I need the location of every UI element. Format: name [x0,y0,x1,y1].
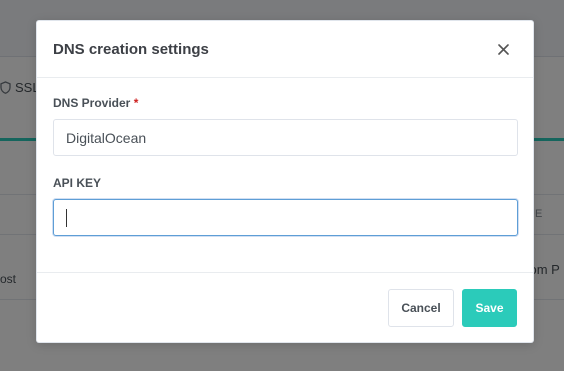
dns-provider-label: DNS Provider * [53,96,517,110]
api-key-group: API KEY [53,176,518,236]
dns-settings-modal: DNS creation settings DNS Provider * Dig… [36,20,534,343]
save-button[interactable]: Save [462,289,517,327]
close-button[interactable] [493,39,513,59]
cancel-button[interactable]: Cancel [388,289,454,327]
modal-footer: Cancel Save [37,273,533,343]
modal-title: DNS creation settings [53,40,209,58]
dns-provider-select[interactable]: DigitalOcean [53,119,518,156]
modal-header: DNS creation settings [37,21,533,78]
api-key-label: API KEY [53,176,102,190]
dns-provider-label-text: DNS Provider [53,96,131,110]
dns-provider-group: DNS Provider * DigitalOcean [53,96,518,156]
close-icon [497,43,509,55]
api-key-input[interactable] [53,199,518,236]
required-mark: * [133,96,139,110]
text-cursor [66,208,67,227]
modal-body: DNS Provider * DigitalOcean API KEY [37,78,533,273]
dns-provider-value: DigitalOcean [66,129,147,146]
